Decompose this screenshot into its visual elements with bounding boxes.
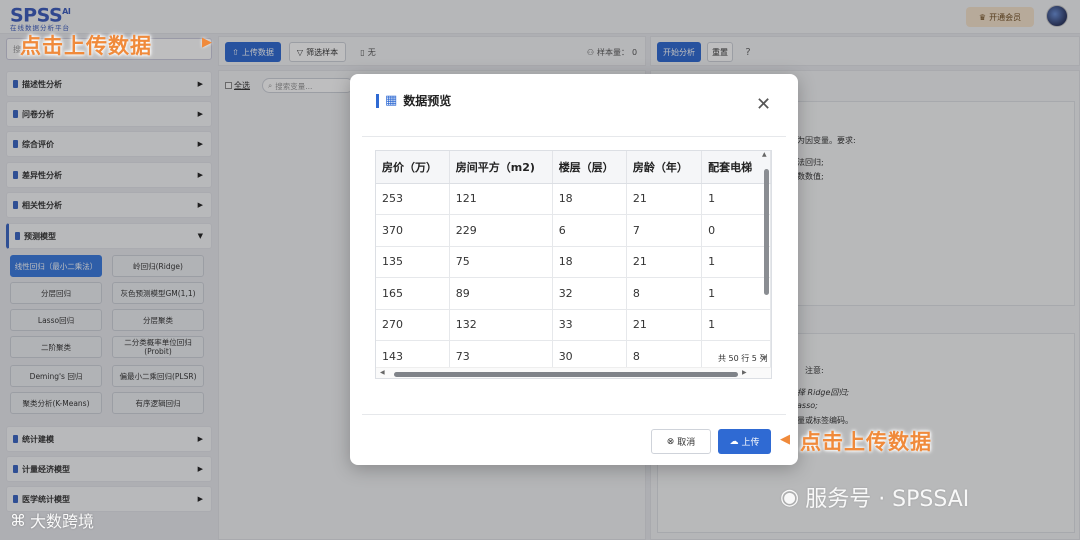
table-cell: 32 — [552, 277, 627, 310]
table-cell: 89 — [449, 277, 553, 310]
table-cell: 253 — [376, 183, 450, 215]
table-cell: 165 — [376, 277, 450, 310]
cancel-circle-icon: ⊗ — [666, 436, 675, 447]
table-cell: 21 — [626, 309, 703, 341]
logo-icon: ⌘ — [10, 510, 26, 530]
modal-divider — [362, 136, 786, 137]
table-cell: 18 — [552, 183, 627, 215]
modal-title-text: 数据预览 — [403, 94, 452, 108]
table-row: 370 229 6 7 0 — [376, 214, 771, 247]
table-cell: 21 — [626, 246, 703, 278]
callout-top: 点击上传数据 — [20, 34, 152, 58]
table-cell: 1 — [701, 277, 771, 310]
scroll-down-icon[interactable]: ▼ — [762, 355, 767, 362]
cloud-upload-icon: ☁ — [729, 436, 739, 447]
table-cell: 132 — [449, 309, 553, 341]
table-row: 135 75 18 21 1 — [376, 246, 771, 278]
table-cell: 6 — [552, 214, 627, 247]
scroll-up-icon[interactable]: ▲ — [762, 151, 767, 158]
table-cell: 21 — [626, 183, 703, 215]
table-cell: 229 — [449, 214, 553, 247]
vertical-scrollbar[interactable]: ▲ ▼ — [762, 151, 770, 365]
column-header: 房价（万） — [376, 151, 450, 184]
scroll-right-icon[interactable]: ▶ — [742, 369, 747, 376]
upload-button[interactable]: ☁ 上传 — [718, 429, 771, 454]
table-cell: 270 — [376, 309, 450, 341]
table-icon: ▦ — [385, 93, 398, 108]
table-row: 165 89 32 8 1 — [376, 277, 771, 310]
table-cell: 0 — [701, 214, 771, 247]
column-header: 房间平方（m2) — [449, 151, 553, 184]
upload-label: 上传 — [741, 438, 760, 448]
column-header: 配套电梯 — [701, 151, 771, 184]
title-accent-bar — [376, 93, 379, 108]
table-cell: 7 — [626, 214, 703, 247]
channel-watermark-text: 服务号 · SPSSAI — [805, 487, 970, 512]
data-preview-modal: ▦ 数据预览 ✕ 房价（万） 房间平方（m2) 楼层（层） 房龄（年） 配套电梯… — [350, 74, 798, 465]
table-cell: 75 — [449, 246, 553, 278]
scroll-left-icon[interactable]: ◀ — [380, 369, 385, 376]
callout-arrow-icon: ▶ — [202, 35, 212, 50]
table-cell: 135 — [376, 246, 450, 278]
table-cell: 1 — [701, 183, 771, 215]
source-watermark-text: 大数跨境 — [30, 512, 95, 531]
table-cell: 33 — [552, 309, 627, 341]
cancel-button[interactable]: ⊗ 取消 — [651, 429, 711, 454]
modal-title: ▦ 数据预览 — [376, 92, 451, 109]
cancel-label: 取消 — [677, 438, 696, 448]
vertical-scroll-thumb[interactable] — [764, 169, 769, 295]
preview-table: 房价（万） 房间平方（m2) 楼层（层） 房龄（年） 配套电梯 253 121 18… — [375, 150, 772, 379]
horizontal-scroll-thumb[interactable] — [394, 372, 738, 377]
column-header: 楼层（层） — [552, 151, 627, 184]
row-count-label: 共 50 行 5 列 — [718, 353, 768, 364]
table-cell: 121 — [449, 183, 553, 215]
close-icon[interactable]: ✕ — [756, 96, 771, 114]
table-row: 270 132 33 21 1 — [376, 309, 771, 341]
source-watermark: ⌘ 大数跨境 — [10, 508, 94, 532]
table-cell: 1 — [701, 309, 771, 341]
table-cell: 18 — [552, 246, 627, 278]
modal-footer-divider — [362, 414, 786, 415]
table-cell: 1 — [701, 246, 771, 278]
channel-watermark: ◉ 服务号 · SPSSAI — [780, 481, 969, 513]
wechat-icon: ◉ — [780, 484, 800, 510]
table-row: 253 121 18 21 1 — [376, 183, 771, 215]
horizontal-scrollbar[interactable]: ◀ ▶ — [376, 367, 771, 378]
column-header: 房龄（年） — [626, 151, 703, 184]
table-cell: 8 — [626, 277, 703, 310]
callout-bottom: 点击上传数据 — [800, 430, 932, 454]
callout-arrow-icon: ◀ — [780, 432, 790, 447]
table-cell: 370 — [376, 214, 450, 247]
